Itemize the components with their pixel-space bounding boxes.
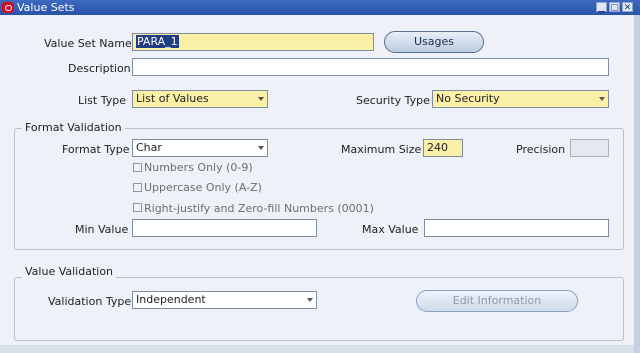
precision-label: Precision [516,143,566,156]
format-type-value: Char [136,141,162,154]
list-type-label: List Type [78,94,126,107]
description-field[interactable] [132,58,609,76]
validation-type-label: Validation Type [48,295,132,308]
chevron-down-icon [307,298,313,302]
chevron-down-icon [258,97,264,101]
value-set-name-label: Value Set Name [44,37,132,50]
oracle-logo-icon [2,2,14,13]
close-icon[interactable]: ✕ [622,2,633,13]
usages-button[interactable]: Usages [384,31,484,53]
max-value-label: Max Value [362,223,419,236]
format-type-label: Format Type [62,143,130,156]
security-type-value: No Security [436,92,500,105]
validation-type-value: Independent [136,293,206,306]
validation-type-select[interactable]: Independent [132,291,317,309]
min-value-field[interactable] [132,219,317,237]
format-type-select[interactable]: Char [132,139,268,157]
minimize-icon[interactable]: ▁ [596,2,607,13]
right-justify-label: Right-justify and Zero-fill Numbers (000… [144,202,374,215]
maximum-size-label: Maximum Size [341,143,422,156]
chevron-down-icon [599,97,605,101]
value-sets-form: Value Set Name PARA_1 Usages Description… [0,15,635,345]
bottom-strip [0,345,634,353]
maximum-size-field[interactable]: 240 [423,139,463,157]
numbers-only-checkbox[interactable] [133,163,142,172]
vertical-scrollbar[interactable] [634,15,640,353]
precision-field [570,139,609,157]
chevron-down-icon [258,146,264,150]
min-value-label: Min Value [75,223,129,236]
list-type-select[interactable]: List of Values [132,90,268,108]
list-type-value: List of Values [136,92,209,105]
max-value-field[interactable] [424,219,609,237]
edit-information-button[interactable]: Edit Information [416,290,578,312]
window-title: Value Sets [17,1,75,14]
uppercase-only-label: Uppercase Only (A-Z) [144,181,262,194]
security-type-select[interactable]: No Security [432,90,609,108]
numbers-only-label: Numbers Only (0-9) [144,161,253,174]
value-validation-title: Value Validation [22,265,117,278]
window-titlebar: Value Sets ▁ ▢ ✕ [0,0,640,15]
format-validation-title: Format Validation [22,121,125,134]
uppercase-only-checkbox[interactable] [133,183,142,192]
right-justify-checkbox[interactable] [133,203,142,212]
description-label: Description [68,62,131,75]
value-set-name-field[interactable]: PARA_1 [132,33,374,51]
maximize-icon[interactable]: ▢ [609,2,620,13]
security-type-label: Security Type [356,94,430,107]
value-set-name-value: PARA_1 [136,35,179,48]
